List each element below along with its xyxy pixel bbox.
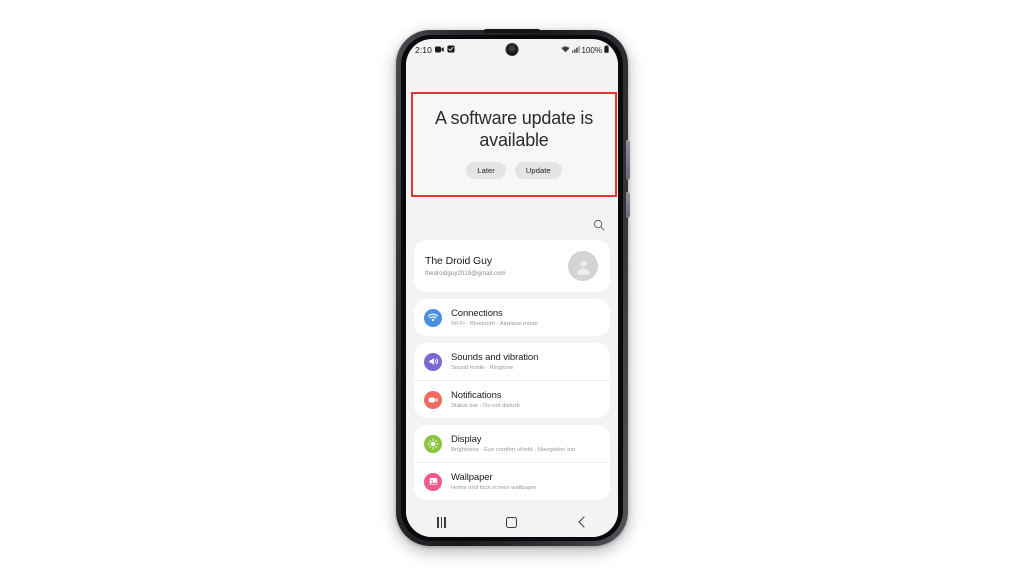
wallpaper-image-icon	[424, 472, 442, 491]
page-title: A software update is available	[434, 108, 594, 150]
account-name: The Droid Guy	[425, 255, 492, 268]
update-banner-actions: Later Update	[466, 161, 562, 179]
software-update-banner: A software update is available Later Upd…	[413, 94, 615, 195]
settings-item-text: Sounds and vibration Sound mode · Ringto…	[451, 352, 538, 371]
account-card: The Droid Guy thedroidguy2019@gmail.com	[414, 240, 610, 292]
sidebar-item-wallpaper[interactable]: Wallpaper Home and lock screen wallpaper	[414, 462, 610, 500]
settings-item-title: Connections	[451, 308, 503, 319]
volume-button[interactable]	[626, 192, 630, 218]
account-text: The Droid Guy thedroidguy2019@gmail.com	[425, 255, 506, 277]
settings-item-subtitle: Status bar · Do not disturb	[451, 403, 520, 409]
speaker-volume-icon	[424, 352, 442, 371]
recents-icon	[436, 516, 446, 528]
home-button[interactable]	[495, 510, 529, 534]
status-bar-left: 2:10	[415, 45, 455, 55]
settings-item-subtitle: Home and lock screen wallpaper	[451, 485, 537, 491]
back-button[interactable]	[566, 510, 600, 534]
settings-search-row	[406, 214, 618, 240]
status-bar-right: 100%	[560, 45, 609, 55]
settings-group-display-wallpaper: Display Brightness · Eye comfort shield …	[414, 425, 610, 500]
battery-full-icon	[604, 45, 609, 55]
person-avatar-icon[interactable]	[568, 251, 598, 281]
sidebar-item-notifications[interactable]: Notifications Status bar · Do not distur…	[414, 380, 610, 418]
status-time: 2:10	[415, 45, 432, 55]
settings-item-subtitle: Wi-Fi · Bluetooth · Airplane mode	[451, 321, 538, 327]
search-icon[interactable]	[593, 218, 605, 236]
update-button[interactable]: Update	[514, 161, 562, 179]
settings-item-text: Display Brightness · Eye comfort shield …	[451, 434, 576, 453]
battery-percent-label: 100%	[581, 45, 602, 55]
settings-item-subtitle: Brightness · Eye comfort shield · Naviga…	[451, 447, 576, 453]
back-chevron-icon	[578, 516, 590, 528]
settings-group-connections: Connections Wi-Fi · Bluetooth · Airplane…	[414, 299, 610, 336]
front-camera-punch-hole	[505, 43, 519, 56]
screenshot-icon	[447, 45, 455, 55]
settings-item-title: Wallpaper	[451, 472, 493, 483]
status-bar: 2:10 100%	[406, 39, 618, 61]
brightness-sun-icon	[424, 434, 442, 453]
settings-item-text: Connections Wi-Fi · Bluetooth · Airplane…	[451, 308, 538, 327]
settings-item-subtitle: Sound mode · Ringtone	[451, 365, 514, 371]
settings-item-title: Sounds and vibration	[451, 352, 539, 363]
video-recorder-icon	[434, 46, 444, 55]
wifi-icon	[560, 45, 570, 55]
settings-item-text: Wallpaper Home and lock screen wallpaper	[451, 472, 536, 491]
earpiece-speaker	[484, 29, 540, 33]
power-button[interactable]	[626, 140, 630, 180]
recents-button[interactable]	[424, 510, 458, 534]
home-icon	[506, 516, 518, 528]
android-navigation-bar	[406, 507, 618, 537]
settings-item-title: Display	[451, 434, 482, 445]
notification-bell-icon	[424, 390, 442, 409]
settings-item-title: Notifications	[451, 390, 502, 401]
sidebar-item-sounds-and-vibration[interactable]: Sounds and vibration Sound mode · Ringto…	[414, 343, 610, 380]
sidebar-item-connections[interactable]: Connections Wi-Fi · Bluetooth · Airplane…	[414, 299, 610, 336]
sidebar-item-display[interactable]: Display Brightness · Eye comfort shield …	[414, 425, 610, 462]
cellular-signal-icon	[571, 45, 580, 55]
settings-group-sounds-notifications: Sounds and vibration Sound mode · Ringto…	[414, 343, 610, 418]
later-button[interactable]: Later	[466, 161, 506, 179]
account-row[interactable]: The Droid Guy thedroidguy2019@gmail.com	[414, 240, 610, 292]
settings-item-text: Notifications Status bar · Do not distur…	[451, 390, 520, 409]
software-update-banner-highlight: A software update is available Later Upd…	[411, 92, 617, 197]
screenshot-canvas: 2:10 100% The Droid Guy thedroidguy2019@…	[0, 0, 1024, 576]
account-email: thedroidguy2019@gmail.com	[425, 269, 506, 277]
wifi-icon	[424, 308, 442, 327]
